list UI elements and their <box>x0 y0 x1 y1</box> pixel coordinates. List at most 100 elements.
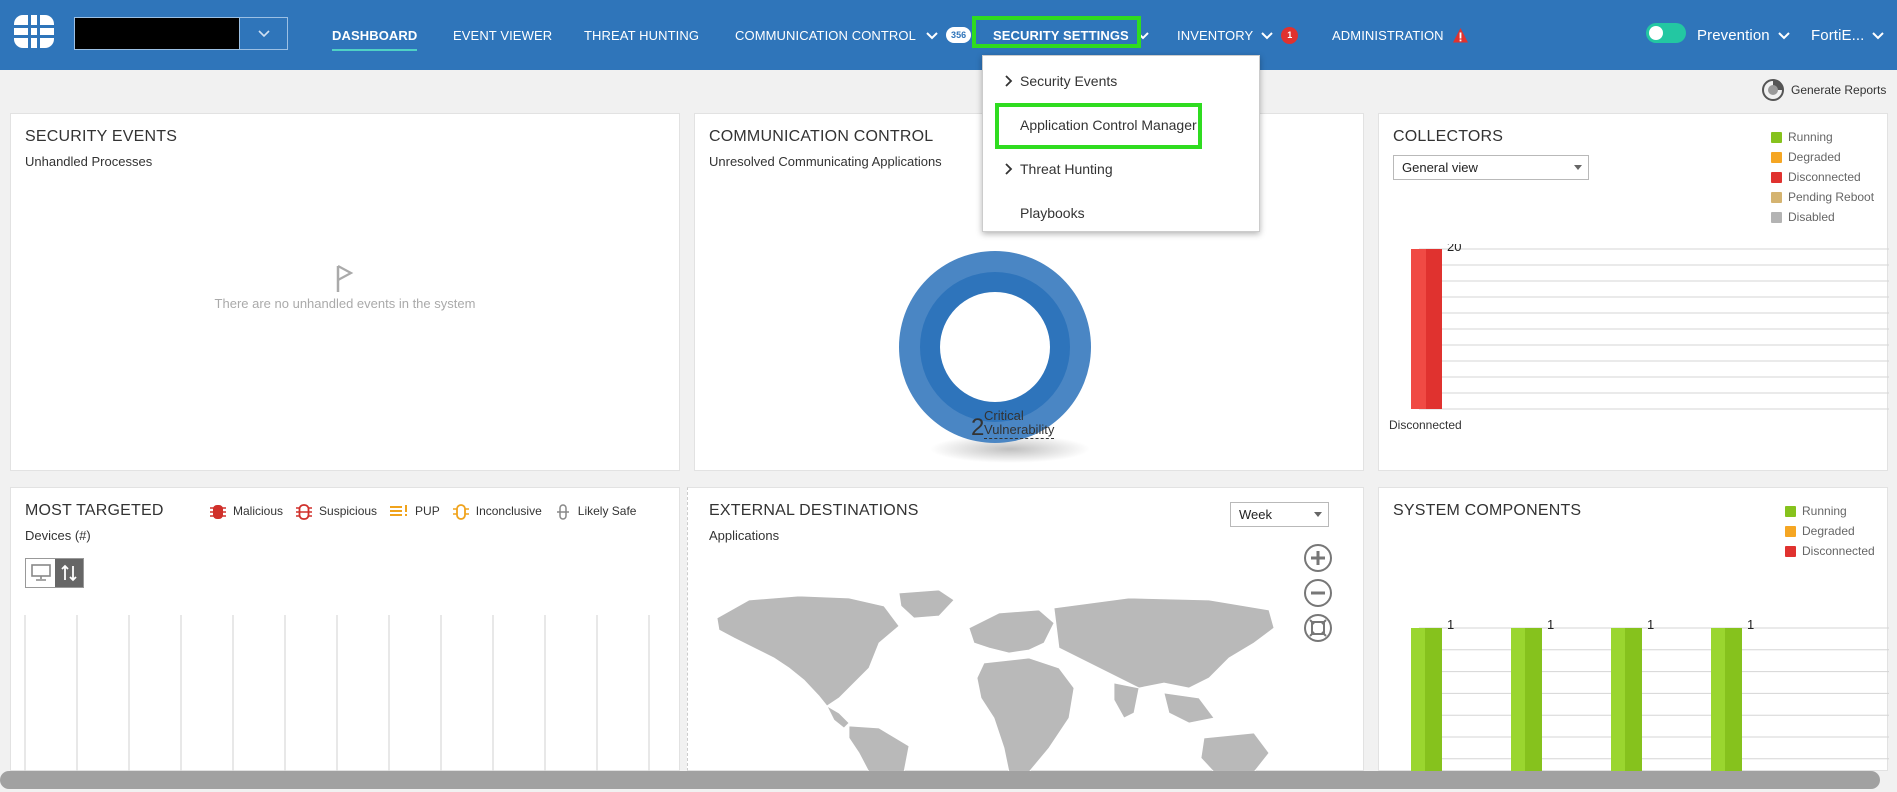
map-australia <box>1200 732 1270 772</box>
legend-swatch <box>1771 171 1782 183</box>
collectors-legend-degraded[interactable]: Degraded <box>1771 147 1874 167</box>
bar-highlight <box>1411 628 1425 772</box>
collectors-legend-running[interactable]: Running <box>1771 127 1874 147</box>
zoom-in-icon[interactable] <box>1303 543 1333 573</box>
period-select[interactable]: Week <box>1230 502 1329 527</box>
map-greenland <box>898 589 955 619</box>
legend-label: Inconclusive <box>475 504 542 518</box>
chevron-down-icon <box>1872 27 1885 44</box>
fit-to-screen-icon[interactable] <box>1303 613 1333 643</box>
menu-item-label: Playbooks <box>1020 205 1085 221</box>
device-view-button[interactable] <box>26 559 55 587</box>
top-navigation-bar: DASHBOARD EVENT VIEWER THREAT HUNTING CO… <box>0 0 1897 70</box>
generate-reports-button[interactable]: Generate Reports <box>1761 78 1886 102</box>
collectors-legend-disabled[interactable]: Disabled <box>1771 207 1874 227</box>
panel-title: SECURITY EVENTS <box>25 128 178 145</box>
system-legend-disconnected[interactable]: Disconnected <box>1785 541 1875 561</box>
collectors-view-select[interactable]: General view <box>1393 155 1589 180</box>
most-targeted-chart-grid <box>24 615 650 772</box>
select-value: General view <box>1402 160 1478 175</box>
bar-value-label: 1 <box>1647 618 1654 632</box>
legend-inconclusive[interactable]: Inconclusive <box>452 502 542 520</box>
fortinet-logo-icon[interactable] <box>14 15 54 48</box>
nav-event-viewer[interactable]: EVENT VIEWER <box>453 0 552 70</box>
most-targeted-panel: MOST TARGETED Devices (#) Malicious Susp… <box>10 487 680 772</box>
menu-item-playbooks[interactable]: Playbooks <box>983 193 1261 233</box>
monitor-icon <box>30 564 51 581</box>
zoom-out-icon[interactable] <box>1303 578 1333 608</box>
system-legend-degraded[interactable]: Degraded <box>1785 521 1875 541</box>
panel-title: COMMUNICATION CONTROL <box>709 128 934 145</box>
chevron-down-icon[interactable] <box>239 18 287 49</box>
chevron-down-icon <box>1778 27 1790 44</box>
sort-view-button[interactable] <box>55 559 83 587</box>
nav-inventory-label: INVENTORY <box>1177 27 1254 43</box>
collectors-legend-disconnected[interactable]: Disconnected <box>1771 167 1874 187</box>
legend-label: Malicious <box>233 504 284 518</box>
prevention-toggle[interactable] <box>1646 23 1686 43</box>
user-menu[interactable]: FortiE... <box>1811 0 1885 70</box>
nav-dashboard[interactable]: DASHBOARD <box>332 0 418 70</box>
bug-likely-safe-icon <box>556 504 569 520</box>
map-south-america <box>848 725 910 772</box>
nav-dashboard-label: DASHBOARD <box>332 27 418 43</box>
bar-highlight <box>1611 628 1625 772</box>
external-destinations-panel: EXTERNAL DESTINATIONS Applications Week <box>687 487 1364 772</box>
category-label: Disconnected <box>1389 418 1462 432</box>
map-north-america <box>716 595 900 707</box>
panel-subtitle: Applications <box>709 528 780 543</box>
vulnerability-label[interactable]: Critical Vulnerability <box>984 408 1055 439</box>
legend-malicious[interactable]: Malicious <box>209 502 283 520</box>
panel-title: SYSTEM COMPONENTS <box>1393 502 1582 519</box>
nav-communication-control[interactable]: COMMUNICATION CONTROL 356 <box>735 0 972 70</box>
world-map[interactable] <box>709 588 1279 772</box>
legend-swatch <box>1771 131 1782 143</box>
bar-highlight <box>1511 628 1525 772</box>
select-value: Week <box>1239 507 1272 522</box>
vulnerability-count: 2 <box>971 414 985 441</box>
legend-suspicious[interactable]: Suspicious <box>295 502 377 520</box>
bar-value-label: 1 <box>1447 618 1454 632</box>
legend-label: Running <box>1802 504 1847 518</box>
menu-item-label: Threat Hunting <box>1020 161 1113 177</box>
toggle-knob <box>1649 26 1663 40</box>
legend-label: Suspicious <box>319 504 378 518</box>
legend-likely-safe[interactable]: Likely Safe <box>554 502 636 520</box>
legend-label: Degraded <box>1802 524 1855 538</box>
menu-item-label: Security Events <box>1020 73 1118 89</box>
legend-pup[interactable]: PUP <box>389 502 440 520</box>
panel-title: COLLECTORS <box>1393 128 1504 145</box>
vulnerability-label-line1: Critical <box>984 408 1024 423</box>
nav-threat-hunting[interactable]: THREAT HUNTING <box>584 0 699 70</box>
donut-hole <box>940 292 1050 402</box>
tenant-name-redacted <box>75 18 239 49</box>
bar-highlight <box>1411 249 1426 409</box>
chevron-right-icon <box>1005 75 1013 87</box>
legend-label: Disconnected <box>1802 544 1875 558</box>
collectors-legend-pending-reboot[interactable]: Pending Reboot <box>1771 187 1874 207</box>
security-events-panel: SECURITY EVENTS Unhandled Processes Ther… <box>10 113 680 471</box>
legend-label: Disconnected <box>1788 170 1861 184</box>
menu-item-security-events[interactable]: Security Events <box>983 61 1261 101</box>
bar-value-label: 1 <box>1547 618 1554 632</box>
threat-legend: Malicious Suspicious PUP Inconclusive Li… <box>209 502 648 520</box>
map-southeast-asia <box>1163 692 1215 724</box>
vulnerability-label-line2: Vulnerability <box>984 422 1055 437</box>
system-legend-running[interactable]: Running <box>1785 501 1875 521</box>
panel-subtitle: Unresolved Communicating Applications <box>709 154 942 169</box>
nav-administration[interactable]: ADMINISTRATION <box>1332 0 1469 70</box>
map-europe <box>968 609 1055 654</box>
bar-highlight <box>1711 628 1725 772</box>
chevron-down-icon <box>1574 165 1582 170</box>
mode-selector[interactable]: Prevention <box>1697 0 1790 70</box>
horizontal-scrollbar[interactable] <box>0 771 1880 789</box>
inventory-alert-badge: 1 <box>1281 26 1299 44</box>
empty-state-message: There are no unhandled events in the sys… <box>214 296 476 311</box>
chevron-down-icon <box>1261 28 1273 43</box>
collectors-panel: COLLECTORS General view Running Degraded D… <box>1378 113 1889 471</box>
collectors-legend: Running Degraded Disconnected Pending Reboo… <box>1771 127 1874 227</box>
menu-item-threat-hunting[interactable]: Threat Hunting <box>983 149 1261 189</box>
tenant-selector[interactable] <box>74 17 288 50</box>
bug-suspicious-icon <box>296 504 313 520</box>
map-asia <box>1053 597 1275 689</box>
